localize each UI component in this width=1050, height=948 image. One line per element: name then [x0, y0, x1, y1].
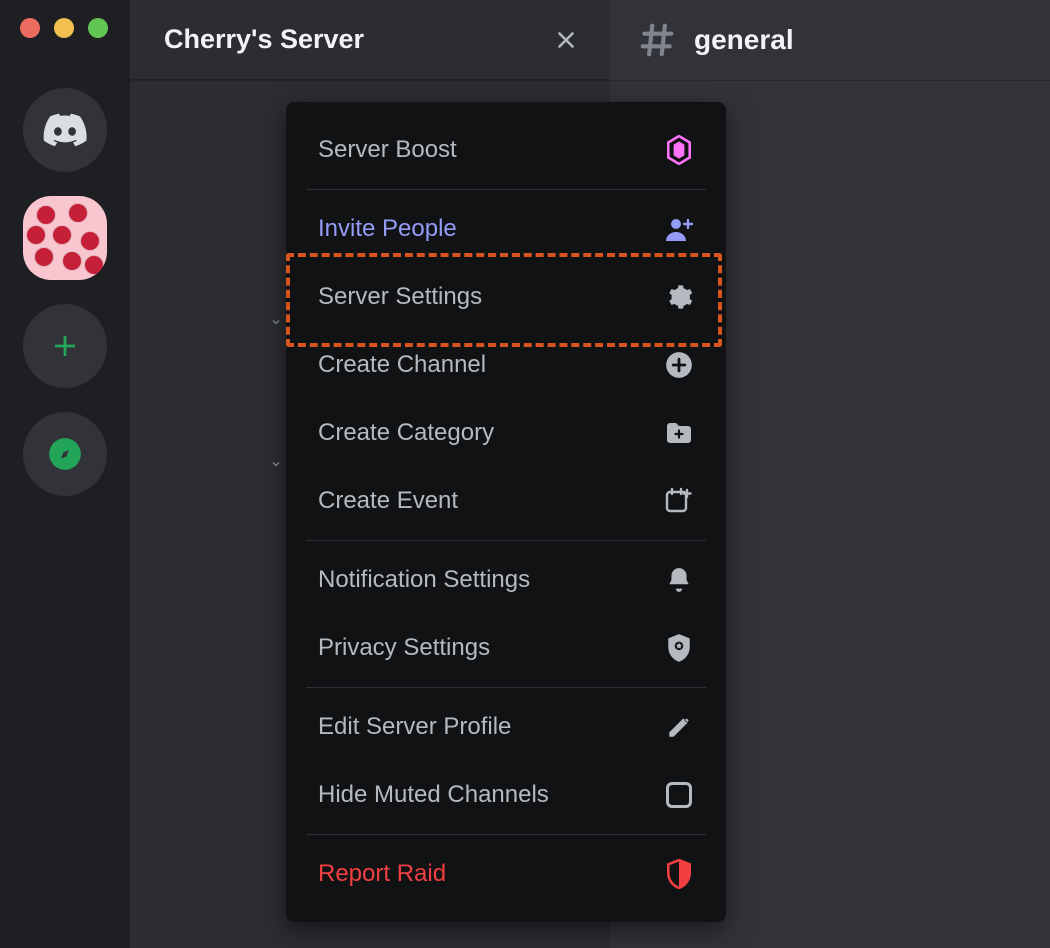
shield-star-icon	[664, 633, 694, 663]
calendar-plus-icon	[664, 486, 694, 516]
menu-label: Server Boost	[318, 136, 457, 164]
menu-divider	[306, 189, 706, 190]
traffic-close[interactable]	[20, 18, 40, 38]
server-dropdown-menu: Server Boost Invite People Server Settin…	[286, 102, 726, 922]
channel-header: general	[610, 0, 1050, 80]
menu-label: Edit Server Profile	[318, 713, 511, 741]
category-chevron[interactable]	[270, 316, 282, 328]
compass-icon	[46, 435, 84, 473]
menu-server-boost[interactable]: Server Boost	[302, 116, 710, 184]
plus-circle-icon	[664, 350, 694, 380]
menu-server-settings[interactable]: Server Settings	[302, 263, 710, 331]
traffic-maximize[interactable]	[88, 18, 108, 38]
menu-create-channel[interactable]: Create Channel	[302, 331, 710, 399]
channel-name: general	[694, 24, 794, 56]
server-title: Cherry's Server	[164, 24, 364, 55]
checkbox-icon	[664, 780, 694, 810]
menu-label: Privacy Settings	[318, 634, 490, 662]
menu-label: Server Settings	[318, 283, 482, 311]
bell-icon	[664, 565, 694, 595]
menu-label: Invite People	[318, 215, 457, 243]
menu-label: Create Event	[318, 487, 458, 515]
menu-label: Create Channel	[318, 351, 486, 379]
traffic-minimize[interactable]	[54, 18, 74, 38]
menu-hide-muted-channels[interactable]: Hide Muted Channels	[302, 761, 710, 829]
pencil-icon	[664, 712, 694, 742]
menu-divider	[306, 834, 706, 835]
menu-divider	[306, 687, 706, 688]
menu-report-raid[interactable]: Report Raid	[302, 840, 710, 908]
home-dm-button[interactable]	[23, 88, 107, 172]
menu-label: Report Raid	[318, 860, 446, 888]
server-cherry[interactable]	[23, 196, 107, 280]
menu-notification-settings[interactable]: Notification Settings	[302, 546, 710, 614]
menu-privacy-settings[interactable]: Privacy Settings	[302, 614, 710, 682]
category-chevron[interactable]	[270, 458, 282, 470]
menu-edit-server-profile[interactable]: Edit Server Profile	[302, 693, 710, 761]
window-traffic-lights	[0, 18, 130, 38]
menu-create-event[interactable]: Create Event	[302, 467, 710, 535]
channel-sidebar: Cherry's Server Server Boost Invite Peo	[130, 0, 610, 948]
menu-label: Hide Muted Channels	[318, 781, 549, 809]
server-rail	[0, 0, 130, 948]
plus-icon	[50, 331, 80, 361]
explore-servers-button[interactable]	[23, 412, 107, 496]
invite-icon	[664, 214, 694, 244]
folder-plus-icon	[664, 418, 694, 448]
menu-create-category[interactable]: Create Category	[302, 399, 710, 467]
shield-alert-icon	[664, 859, 694, 889]
menu-label: Create Category	[318, 419, 494, 447]
boost-icon	[664, 135, 694, 165]
menu-invite-people[interactable]: Invite People	[302, 195, 710, 263]
hash-icon	[638, 21, 676, 59]
close-icon[interactable]	[552, 26, 580, 54]
add-server-button[interactable]	[23, 304, 107, 388]
discord-logo-icon	[42, 113, 88, 147]
gear-icon	[664, 282, 694, 312]
menu-label: Notification Settings	[318, 566, 530, 594]
menu-divider	[306, 540, 706, 541]
server-header[interactable]: Cherry's Server	[130, 0, 610, 80]
